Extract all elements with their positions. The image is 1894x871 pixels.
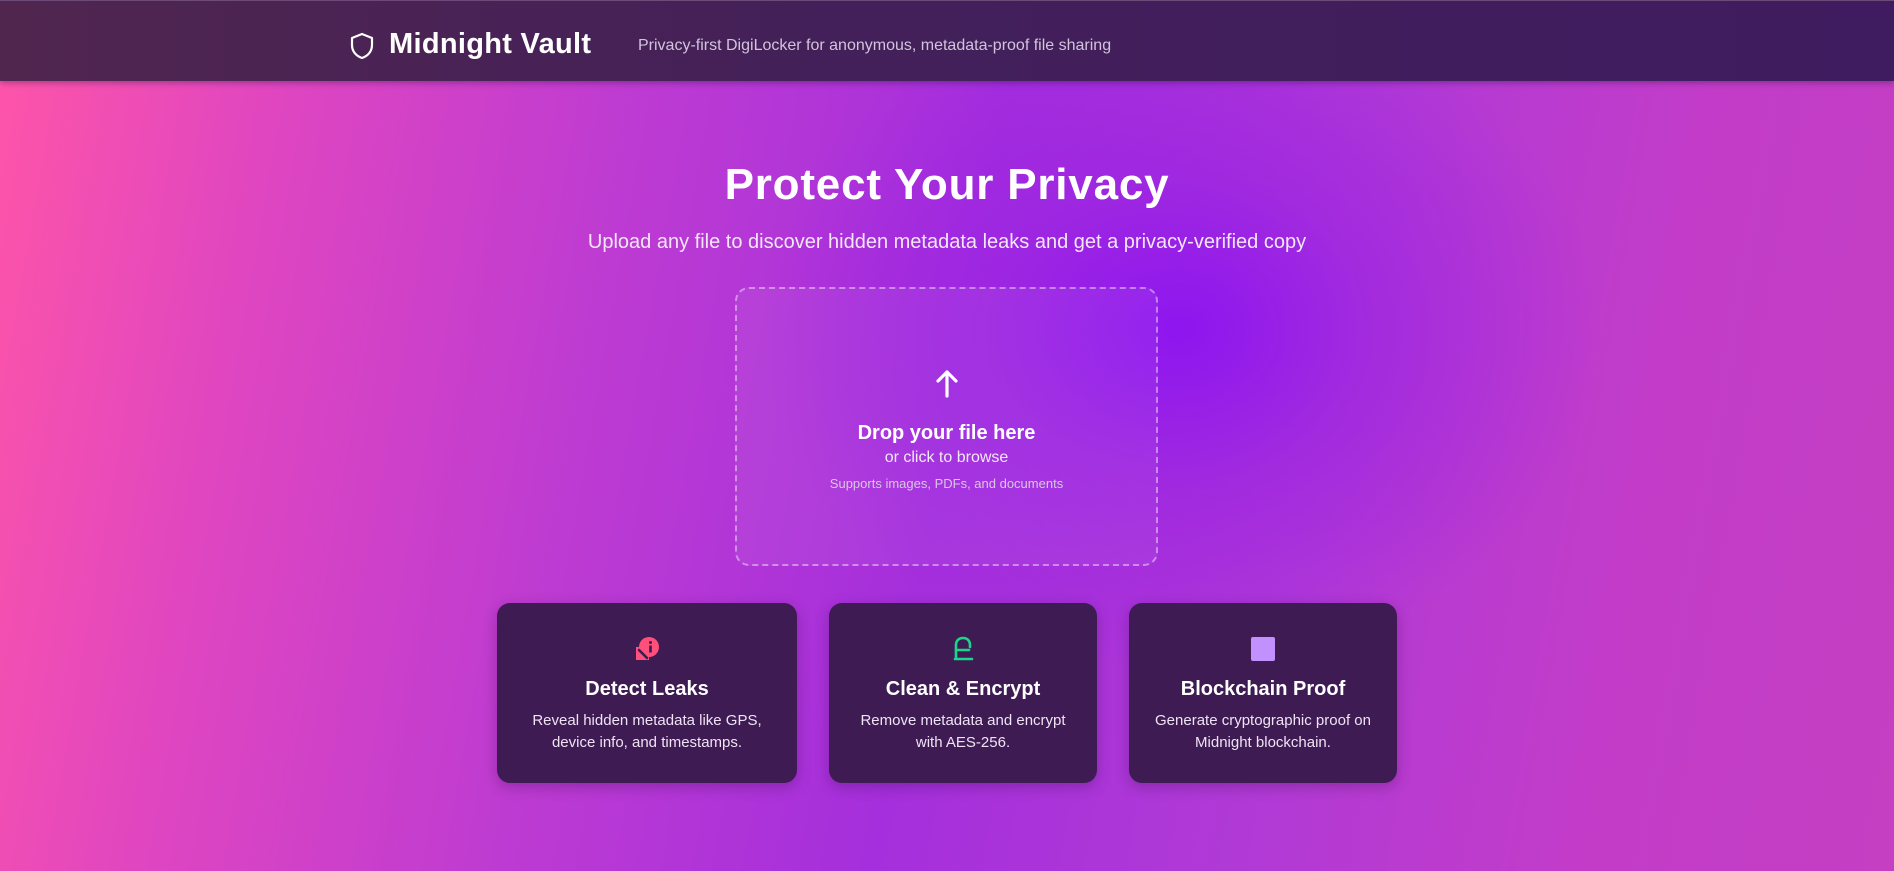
feature-description: Generate cryptographic proof on Midnight…	[1155, 712, 1371, 751]
file-dropzone[interactable]: Drop your file here or click to browse S…	[735, 287, 1158, 566]
leak-detect-icon	[636, 637, 659, 660]
upload-arrow-icon	[936, 370, 958, 398]
hero-title: Protect Your Privacy	[724, 160, 1170, 209]
app-header: Midnight Vault Privacy-first DigiLocker …	[0, 0, 1894, 81]
block-icon	[1251, 637, 1275, 661]
feature-card-detect-leaks: Detect Leaks Reveal hidden metadata like…	[497, 603, 797, 783]
feature-title: Detect Leaks	[585, 678, 709, 700]
feature-card-blockchain-proof: Blockchain Proof Generate cryptographic …	[1129, 603, 1397, 783]
supported-formats-text: Supports images, PDFs, and documents	[829, 476, 1064, 491]
feature-card-clean-encrypt: Clean & Encrypt Remove metadata and encr…	[829, 603, 1097, 783]
app-title: Midnight Vault	[389, 28, 592, 60]
dropzone-title: Drop your file here	[857, 422, 1036, 444]
lock-icon	[953, 636, 974, 661]
shield-icon	[350, 32, 374, 60]
hero-subtitle: Upload any file to discover hidden metad…	[587, 231, 1307, 253]
feature-description: Reveal hidden metadata like GPS, device …	[532, 712, 762, 751]
feature-title: Blockchain Proof	[1180, 678, 1346, 700]
app-tagline: Privacy-first DigiLocker for anonymous, …	[638, 37, 1112, 54]
feature-title: Clean & Encrypt	[885, 678, 1041, 700]
browse-link[interactable]: or click to browse	[737, 449, 1156, 467]
feature-description: Remove metadata and encrypt with AES-256…	[860, 712, 1066, 751]
